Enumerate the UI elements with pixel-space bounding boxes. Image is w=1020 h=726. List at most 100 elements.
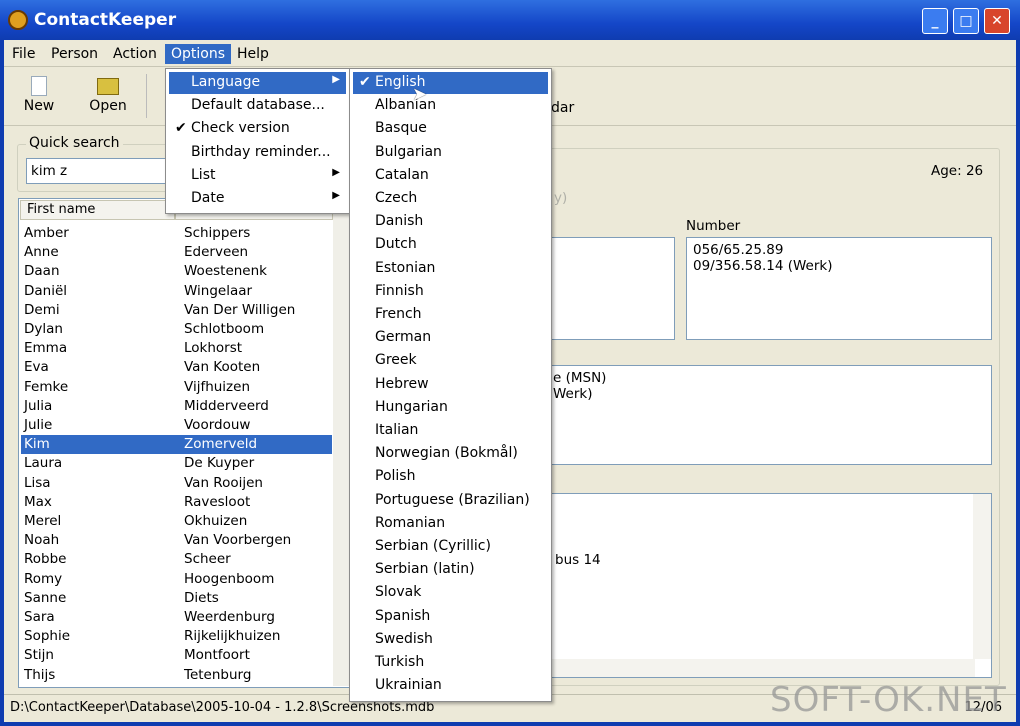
contact-row[interactable]: Daan Woestenenk [21,262,332,281]
last-name: Diets [184,589,219,606]
last-name: Van Kooten [184,359,261,376]
menu-file[interactable]: File [6,44,41,64]
contact-row[interactable]: Laura De Kuyper [21,454,332,473]
menu-person[interactable]: Person [45,44,104,64]
contact-row[interactable]: Demi Van Der Willigen [21,301,332,320]
contact-row[interactable]: Julie Voordouw [21,416,332,435]
contact-row[interactable]: Romy Hoogenboom [21,570,332,589]
contact-row[interactable]: Sophie Rijkelijkhuizen [21,627,332,646]
menu-item-label: Default database... [191,97,325,114]
language-item[interactable]: Catalan [353,165,548,187]
contact-row[interactable]: Max Ravesloot [21,493,332,512]
title-bar: ContactKeeper _ □ ✕ [0,0,1020,40]
language-item[interactable]: Hebrew [353,374,548,396]
language-item[interactable]: Danish [353,211,548,233]
contact-row[interactable]: Anne Ederveen [21,243,332,262]
language-label: Polish [375,468,416,485]
language-item[interactable]: Dutch [353,234,548,256]
menu-item-label: List [191,166,216,183]
language-item[interactable]: French [353,304,548,326]
language-item[interactable]: Hungarian [353,397,548,419]
language-item[interactable]: Estonian [353,258,548,280]
language-item[interactable]: Ukrainian [353,675,548,697]
menu-action[interactable]: Action [107,44,163,64]
first-name: Eva [24,359,49,376]
check-icon: ✔ [359,74,371,90]
menu-options[interactable]: Options [165,44,232,64]
language-item[interactable]: Serbian (Cyrillic) [353,536,548,558]
contact-row[interactable]: Robbe Scheer [21,550,332,569]
contact-row[interactable]: Merel Okhuizen [21,512,332,531]
options-menu-item[interactable]: Birthday reminder... [169,142,346,164]
language-item[interactable]: Finnish [353,281,548,303]
language-label: Serbian (Cyrillic) [375,538,491,554]
language-item[interactable]: Swedish [353,629,548,651]
language-item[interactable]: Greek [353,350,548,372]
language-item[interactable]: ✔ English [353,72,548,94]
first-name: Daan [24,263,60,280]
calendar-button-label[interactable]: dar [551,100,574,116]
contact-row[interactable]: Sara Weerdenburg [21,608,332,627]
last-name: Wingelaar [184,282,253,299]
options-menu-item[interactable]: Date ▶ [169,188,346,210]
options-menu-item[interactable]: List ▶ [169,165,346,187]
contact-row[interactable]: Amber Schippers [21,224,332,243]
list-scrollbar[interactable] [333,200,350,686]
language-item[interactable]: Slovak [353,582,548,604]
contact-row[interactable]: Julia Midderveerd [21,397,332,416]
contact-row[interactable]: Sanne Diets [21,589,332,608]
contact-row[interactable]: Stijn Montfoort [21,646,332,665]
address-vertical-scrollbar[interactable] [973,494,991,659]
options-menu-item[interactable]: Language ▶ [169,72,346,94]
address-horizontal-scrollbar[interactable] [541,659,975,677]
open-button[interactable]: Open [86,76,130,114]
language-item[interactable]: Romanian [353,513,548,535]
language-label: Basque [375,120,427,137]
status-path: D:\ContactKeeper\Database\2005-10-04 - 1… [10,700,435,715]
first-name: Stijn [24,647,54,664]
contact-row[interactable]: Femke Vijfhuizen [21,378,332,397]
number-list-box[interactable]: 056/65.25.89 09/356.58.14 (Werk) [686,237,992,340]
maximize-button[interactable]: □ [953,8,979,34]
app-icon [8,10,28,30]
contact-row[interactable]: Dylan Schlotboom [21,320,332,339]
open-folder-icon [97,78,119,95]
address-box[interactable]: bus 14 [540,493,992,678]
language-item[interactable]: Albanian [353,95,548,117]
im-list-box[interactable]: e (MSN) Werk) [540,365,992,465]
contact-row[interactable]: Noah Van Voorbergen [21,531,332,550]
close-button[interactable]: ✕ [984,8,1010,34]
email-list-box[interactable] [540,237,675,340]
options-menu-item[interactable]: Default database... [169,95,346,117]
language-item[interactable]: Czech [353,188,548,210]
quick-search-input[interactable]: kim z [26,158,171,184]
language-item[interactable]: German [353,327,548,349]
language-item[interactable]: Turkish [353,652,548,674]
new-button[interactable]: New [20,76,58,114]
contact-row[interactable]: Eva Van Kooten [21,358,332,377]
last-name: Rijkelijkhuizen [184,628,281,645]
minimize-button[interactable]: _ [922,8,948,34]
contact-row[interactable]: Emma Lokhorst [21,339,332,358]
last-name: Van Rooijen [184,474,263,491]
contact-row[interactable]: Lisa Van Rooijen [21,474,332,493]
contact-row[interactable]: Daniël Wingelaar [21,282,332,301]
language-item[interactable]: Spanish [353,606,548,628]
open-label: Open [89,98,127,114]
submenu-arrow-icon: ▶ [332,190,340,201]
language-item[interactable]: Norwegian (Bokmål) [353,443,548,465]
column-header-first-name[interactable]: First name [20,200,175,220]
language-item[interactable]: Polish [353,466,548,488]
menu-help[interactable]: Help [231,44,275,64]
language-item[interactable]: Portuguese (Brazilian) [353,490,548,512]
first-name: Lisa [24,474,51,491]
contact-row[interactable]: Thijs Tetenburg [21,666,332,685]
first-name: Daniël [24,282,68,299]
language-item[interactable]: Basque [353,118,548,140]
language-item[interactable]: Bulgarian [353,142,548,164]
contact-row[interactable]: Kim Zomerveld [21,435,332,455]
last-name: Van Voorbergen [184,532,292,549]
language-item[interactable]: Italian [353,420,548,442]
options-menu-item[interactable]: ✔ Check version [169,118,346,140]
language-item[interactable]: Serbian (latin) [353,559,548,581]
